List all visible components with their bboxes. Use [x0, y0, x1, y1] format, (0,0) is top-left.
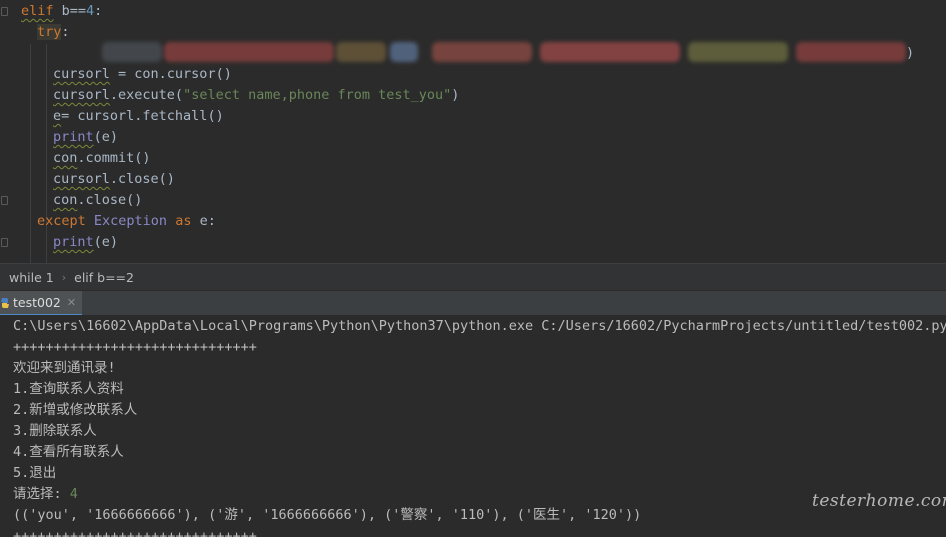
code-token: elif [21, 3, 54, 19]
fold-marker-icon[interactable] [1, 7, 8, 16]
tab-label: test002 [13, 295, 61, 310]
code-line: try: [37, 22, 70, 43]
console-prompt-line: 请选择: 4 [13, 484, 78, 505]
code-line: print(e) [53, 232, 118, 253]
run-tool-window-tabs: test002 ✕ [0, 290, 946, 316]
code-line: except Exception as e: [37, 211, 216, 232]
code-token: e: [199, 213, 216, 229]
console-prompt: 请选择: [13, 486, 70, 502]
code-editor[interactable]: elif b==4: try: cursorl = con.cursor() curs… [0, 0, 946, 263]
breadcrumb: while 1 › elif b==2 [0, 263, 946, 290]
code-line: cursorl.execute("select name,phone from … [53, 85, 459, 106]
code-token: = cursorl.fetchall() [61, 108, 224, 124]
code-token: : [61, 24, 70, 40]
console-line: 1.查询联系人资料 [13, 381, 124, 397]
code-token: e [53, 108, 62, 124]
breadcrumb-item-while[interactable]: while 1 [9, 270, 54, 285]
code-token: print [53, 234, 94, 250]
run-console-output[interactable]: C:\Users\16602\AppData\Local\Programs\Py… [0, 315, 946, 537]
code-line: cursorl.close() [53, 169, 175, 190]
code-token: cursorl [53, 87, 110, 103]
console-line: ++++++++++++++++++++++++++++++ [13, 528, 257, 537]
code-line: con.commit() [53, 148, 151, 169]
code-line: cursorl = con.cursor() [53, 64, 232, 85]
code-token: .execute( [109, 87, 184, 103]
code-line: print(e) [53, 127, 118, 148]
console-line: 4.查看所有联系人 [13, 444, 124, 460]
code-token: cursorl [53, 171, 110, 187]
code-token: 4 [86, 3, 95, 19]
code-token: = con.cursor() [109, 66, 232, 82]
code-token: as [167, 213, 200, 229]
fold-marker-icon[interactable] [1, 238, 8, 247]
console-line: 欢迎来到通讯录! [13, 360, 116, 376]
close-icon[interactable]: ✕ [67, 296, 76, 309]
code-token: .commit() [77, 150, 151, 166]
code-token: b== [53, 3, 87, 19]
code-token: "select name,phone from test_you" [183, 87, 452, 103]
redacted-line-tail: ) [906, 45, 915, 61]
indent-guide [30, 44, 31, 263]
code-line: elif b==4: [21, 1, 102, 22]
code-token: except [37, 213, 94, 229]
console-line: 3.删除联系人 [13, 423, 97, 439]
code-token: Exception [93, 213, 168, 229]
console-line: ++++++++++++++++++++++++++++++ [13, 339, 257, 355]
code-token: con [53, 150, 78, 166]
code-token: (e) [93, 234, 119, 250]
breadcrumb-item-elif[interactable]: elif b==2 [74, 270, 134, 285]
code-token: ) [451, 87, 460, 103]
console-user-input: 4 [69, 486, 78, 502]
console-line: C:\Users\16602\AppData\Local\Programs\Py… [13, 318, 946, 334]
tab-test002[interactable]: test002 ✕ [0, 291, 82, 316]
editor-gutter [0, 0, 12, 263]
console-line: 5.退出 [13, 465, 57, 481]
code-token: (e) [93, 129, 119, 145]
code-token: .close() [109, 171, 175, 187]
code-line: e= cursorl.fetchall() [53, 106, 224, 127]
console-line: 2.新增或修改联系人 [13, 402, 138, 418]
code-token: print [53, 129, 94, 145]
code-token: cursorl [53, 66, 110, 82]
chevron-right-icon: › [61, 270, 67, 284]
watermark-logo: testerhome.com [812, 491, 946, 511]
console-line: (('you', '1666666666'), ('游', '166666666… [13, 507, 642, 523]
redacted-connection-line [60, 42, 918, 64]
code-line: con.close() [53, 190, 142, 211]
fold-marker-icon[interactable] [1, 196, 8, 205]
code-token: : [94, 3, 103, 19]
code-token: try [37, 24, 62, 40]
code-token: .close() [77, 192, 143, 208]
code-token: con [53, 192, 78, 208]
python-icon [1, 297, 9, 308]
